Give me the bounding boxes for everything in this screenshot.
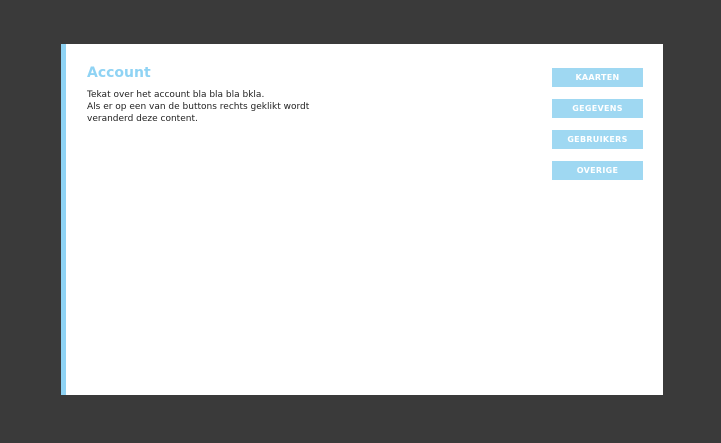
account-panel: Account Tekat over het account bla bla b… <box>61 44 663 395</box>
gebruikers-button[interactable]: GEBRUIKERS <box>552 130 643 149</box>
account-description: Tekat over het account bla bla bla bkla.… <box>87 89 347 125</box>
description-line: Als er op een van de buttons rechts gekl… <box>87 102 310 112</box>
description-line: veranderd deze content. <box>87 114 198 124</box>
gegevens-button[interactable]: GEGEVENS <box>552 99 643 118</box>
kaarten-button[interactable]: KAARTEN <box>552 68 643 87</box>
overige-button[interactable]: OVERIGE <box>552 161 643 180</box>
page-title: Account <box>87 65 151 81</box>
description-line: Tekat over het account bla bla bla bkla. <box>87 90 265 100</box>
nav-button-group: KAARTEN GEGEVENS GEBRUIKERS OVERIGE <box>552 68 643 192</box>
